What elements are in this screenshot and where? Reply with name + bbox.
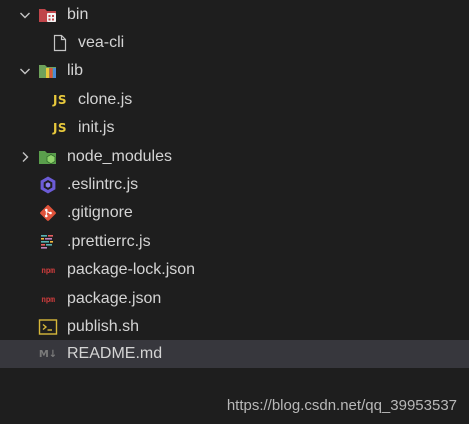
node-folder-icon bbox=[38, 147, 58, 167]
npm-badge: npm bbox=[41, 265, 55, 275]
file-explorer: bin vea-cli lib JS clone.js JS init.js n… bbox=[0, 0, 469, 424]
js-badge: JS bbox=[52, 121, 68, 135]
tree-item-label: .eslintrc.js bbox=[67, 176, 139, 193]
tree-item-bin[interactable]: bin bbox=[0, 1, 469, 29]
tree-item-eslintrc[interactable]: .eslintrc.js bbox=[0, 171, 469, 199]
chevron-down-icon[interactable] bbox=[18, 8, 32, 22]
git-icon bbox=[38, 203, 58, 223]
chevron-right-icon[interactable] bbox=[18, 150, 32, 164]
tree-item-label: node_modules bbox=[67, 148, 172, 165]
tree-item-label: .gitignore bbox=[67, 204, 133, 221]
js-icon: JS bbox=[50, 90, 70, 110]
npm-badge: npm bbox=[41, 294, 55, 304]
bin-folder-icon bbox=[38, 5, 58, 25]
tree-item-publish-sh[interactable]: publish.sh bbox=[0, 313, 469, 341]
tree-item-readme-md[interactable]: M↓ README.md bbox=[0, 340, 469, 368]
tree-item-node-modules[interactable]: node_modules bbox=[0, 143, 469, 171]
tree-item-label: vea-cli bbox=[78, 34, 125, 51]
tree-item-label: .prettierrc.js bbox=[67, 233, 151, 250]
tree-item-package-lock-json[interactable]: npm package-lock.json bbox=[0, 256, 469, 284]
tree-item-label: package.json bbox=[67, 290, 162, 307]
tree-item-label: lib bbox=[67, 62, 84, 79]
tree-item-prettierrc[interactable]: .prettierrc.js bbox=[0, 228, 469, 256]
file-icon bbox=[50, 33, 70, 53]
markdown-badge: M↓ bbox=[38, 348, 58, 360]
markdown-icon: M↓ bbox=[38, 344, 58, 364]
watermark-text: https://blog.csdn.net/qq_39953537 bbox=[226, 397, 457, 414]
terminal-icon bbox=[38, 317, 58, 337]
npm-icon: npm bbox=[38, 289, 58, 309]
tree-item-lib[interactable]: lib bbox=[0, 57, 469, 85]
lib-folder-icon bbox=[38, 61, 58, 81]
tree-item-package-json[interactable]: npm package.json bbox=[0, 285, 469, 313]
tree-item-label: bin bbox=[67, 6, 89, 23]
tree-item-label: README.md bbox=[67, 345, 163, 362]
chevron-down-icon[interactable] bbox=[18, 64, 32, 78]
tree-item-label: init.js bbox=[78, 119, 115, 136]
js-badge: JS bbox=[52, 93, 68, 107]
tree-item-label: publish.sh bbox=[67, 318, 140, 335]
js-icon: JS bbox=[50, 118, 70, 138]
tree-item-init-js[interactable]: JS init.js bbox=[0, 114, 469, 142]
tree-item-vea-cli[interactable]: vea-cli bbox=[0, 29, 469, 57]
tree-item-label: package-lock.json bbox=[67, 261, 196, 278]
tree-item-clone-js[interactable]: JS clone.js bbox=[0, 86, 469, 114]
tree-item-label: clone.js bbox=[78, 91, 133, 108]
npm-icon: npm bbox=[38, 260, 58, 280]
prettier-icon bbox=[38, 232, 58, 252]
tree-item-gitignore[interactable]: .gitignore bbox=[0, 199, 469, 227]
eslint-icon bbox=[38, 175, 58, 195]
